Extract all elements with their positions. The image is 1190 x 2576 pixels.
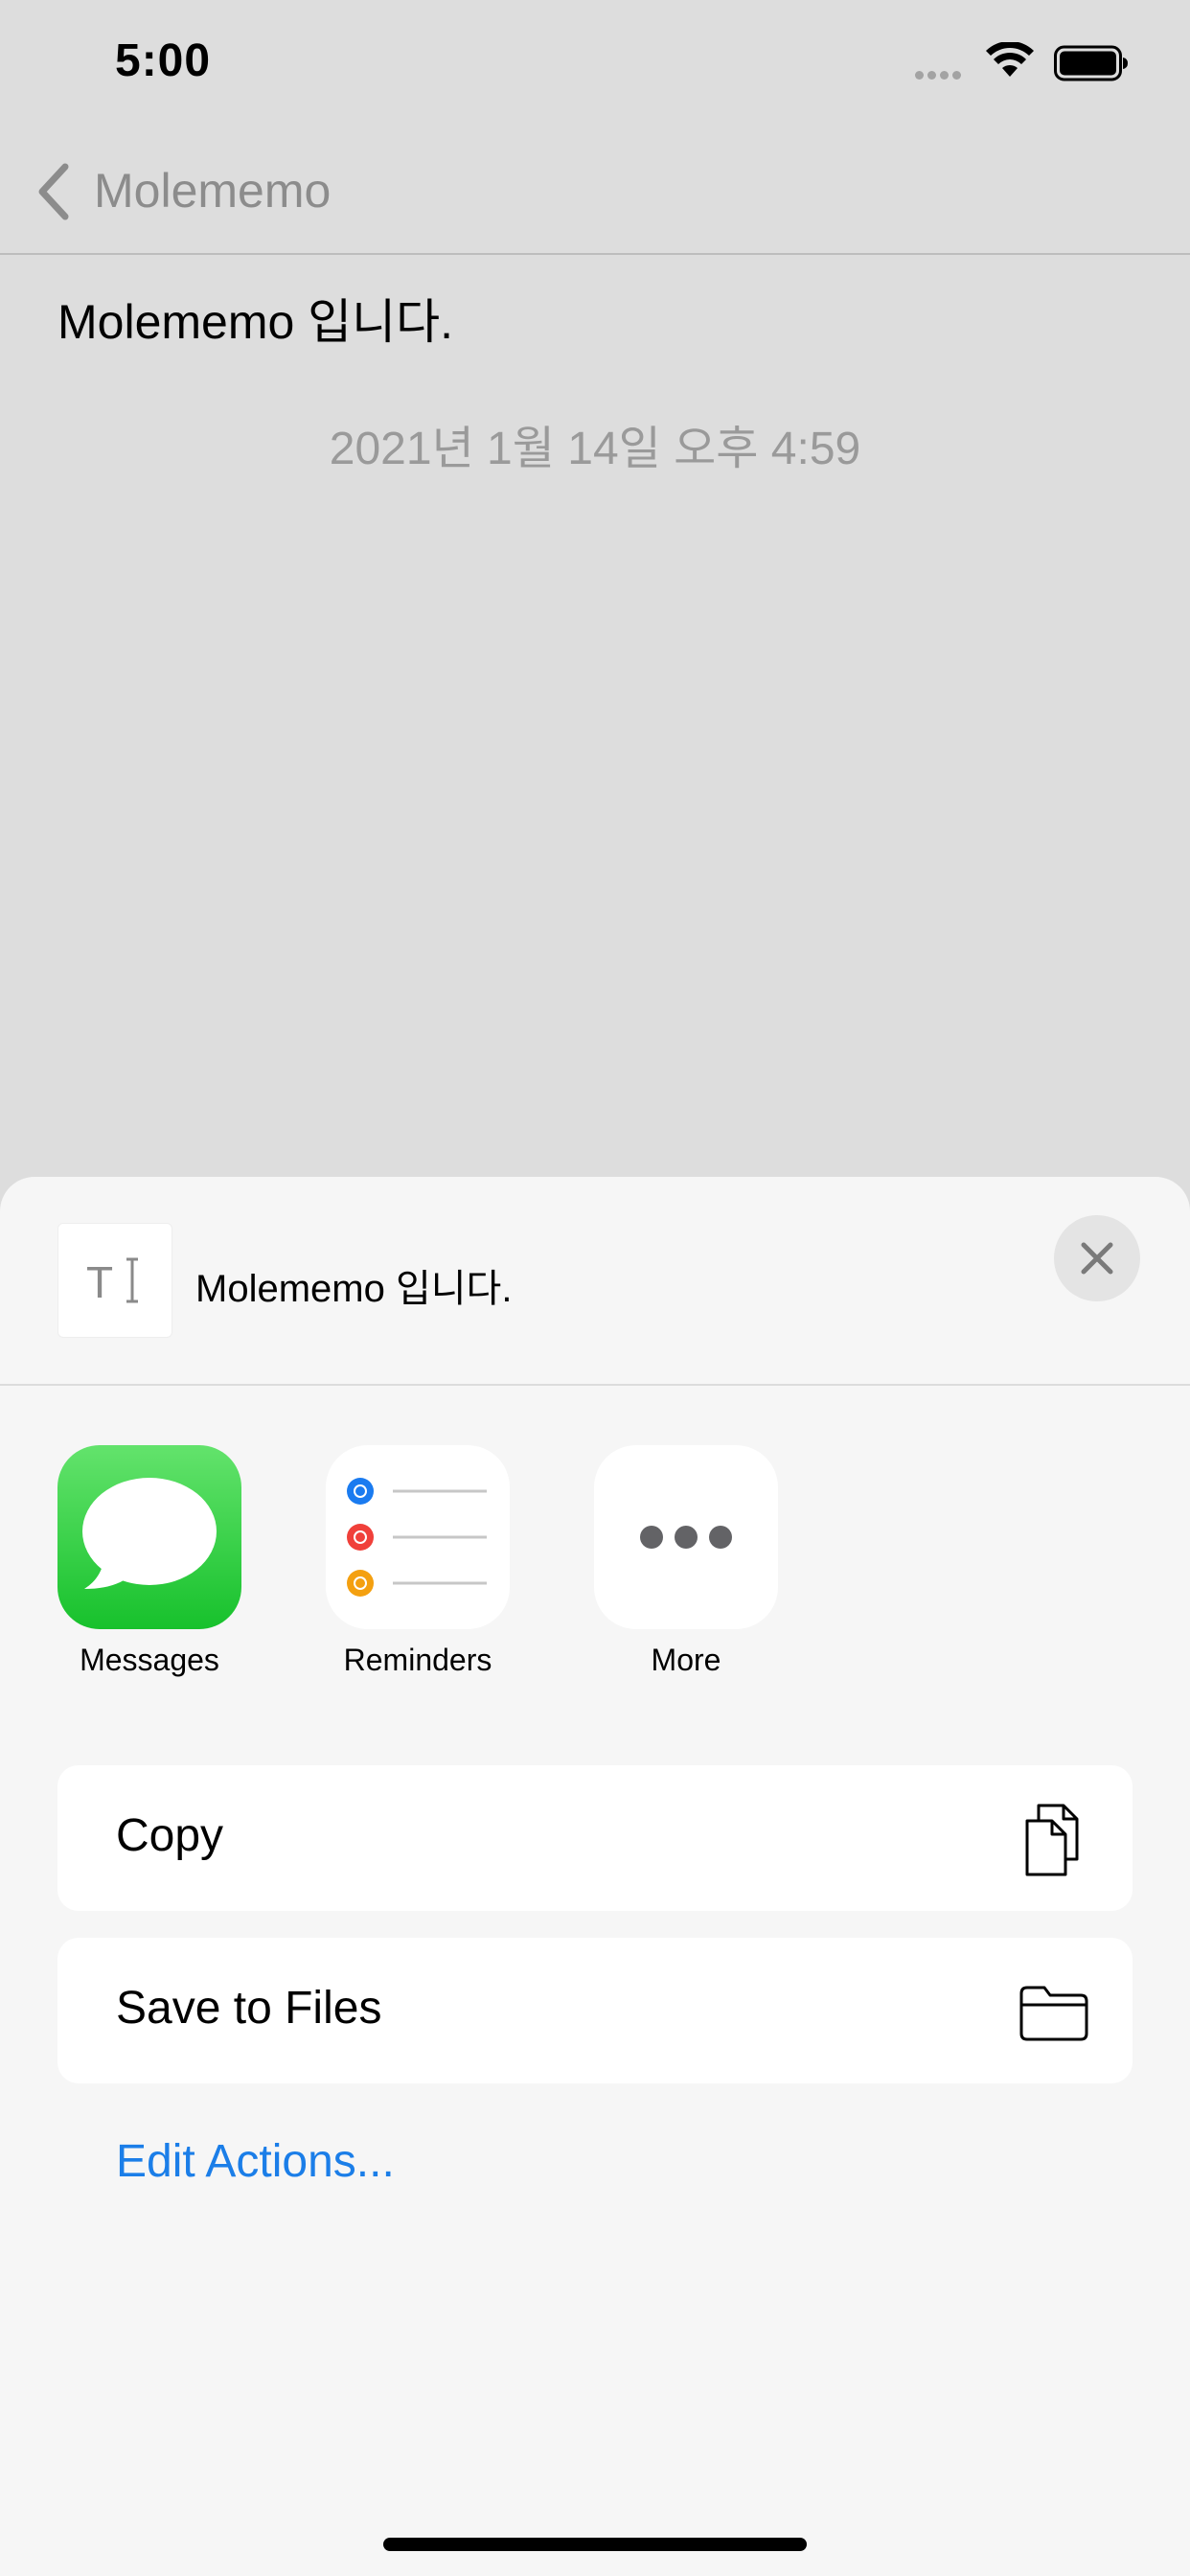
battery-icon: [1054, 45, 1128, 81]
back-button[interactable]: Molememo: [94, 163, 331, 218]
share-sheet: T Molememo 입니다. Messages Reminders More …: [0, 1177, 1190, 2576]
share-app-messages[interactable]: Messages: [57, 1445, 241, 1678]
close-icon: [1081, 1242, 1113, 1275]
action-label: Save to Files: [116, 1983, 382, 2034]
copy-icon: [1025, 1804, 1079, 1876]
svg-text:T: T: [86, 1257, 113, 1307]
edit-actions-link[interactable]: Edit Actions...: [116, 2135, 395, 2188]
home-indicator[interactable]: [383, 2538, 807, 2551]
note-text: Molememo 입니다.: [57, 295, 454, 349]
note-date: 2021년 1월 14일 오후 4:59: [329, 424, 861, 474]
app-label: Messages: [80, 1643, 219, 1677]
action-label: Copy: [116, 1810, 224, 1861]
share-apps-row: Messages Reminders More: [0, 1445, 1190, 1694]
navigation-bar: Molememo: [0, 134, 1190, 255]
share-app-more[interactable]: More: [594, 1445, 778, 1678]
folder-icon: [1019, 1986, 1088, 2041]
back-chevron-icon[interactable]: [34, 161, 73, 222]
status-bar: 5:00: [0, 0, 1190, 134]
preview-thumbnail: T: [57, 1223, 172, 1338]
status-time: 5:00: [115, 35, 212, 86]
close-button[interactable]: [1054, 1215, 1140, 1301]
app-label: More: [651, 1643, 721, 1677]
save-to-files-action[interactable]: Save to Files: [57, 1938, 1133, 2083]
app-label: Reminders: [343, 1643, 492, 1677]
preview-title: Molememo 입니다.: [195, 1268, 513, 1310]
more-icon: [594, 1445, 778, 1629]
copy-action[interactable]: Copy: [57, 1765, 1133, 1911]
messages-icon: [57, 1445, 241, 1629]
reminders-icon: [326, 1445, 510, 1629]
share-sheet-header: T Molememo 입니다.: [0, 1177, 1190, 1386]
cellular-signal-icon: [915, 67, 965, 84]
wifi-icon: [986, 42, 1034, 77]
share-app-reminders[interactable]: Reminders: [326, 1445, 510, 1678]
text-cursor-icon: T: [86, 1257, 138, 1307]
